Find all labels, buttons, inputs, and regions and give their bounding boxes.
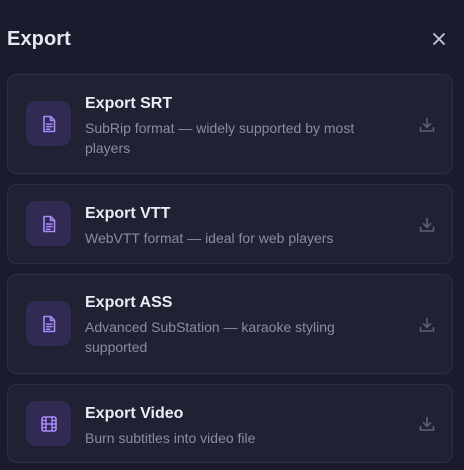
film-icon xyxy=(40,415,57,432)
export-vtt-description: WebVTT format — ideal for web players xyxy=(85,230,334,246)
close-button[interactable] xyxy=(428,28,450,50)
document-icon xyxy=(42,115,55,132)
export-vtt-title: Export VTT xyxy=(85,205,171,222)
export-video-title: Export Video xyxy=(85,405,184,422)
export-srt-title: Export SRT xyxy=(85,95,173,112)
export-ass-title: Export ASS xyxy=(85,294,173,311)
export-ass-icon-tile xyxy=(26,301,71,346)
dialog-header: Export xyxy=(0,0,464,74)
download-icon[interactable] xyxy=(418,216,436,234)
close-icon xyxy=(433,33,445,45)
download-icon[interactable] xyxy=(418,415,436,433)
export-vtt-option[interactable]: Export VTT WebVTT format — ideal for web… xyxy=(7,184,453,264)
document-icon xyxy=(42,315,55,332)
export-video-icon-tile xyxy=(26,401,71,446)
download-icon[interactable] xyxy=(418,116,436,134)
export-srt-description: SubRip format — widely supported by most… xyxy=(85,120,355,156)
document-icon xyxy=(42,215,55,232)
export-srt-icon-tile xyxy=(26,101,71,146)
download-icon[interactable] xyxy=(418,316,436,334)
export-dialog: Export Export SRT SubRip format — widely… xyxy=(0,0,464,470)
export-srt-option[interactable]: Export SRT SubRip format — widely suppor… xyxy=(7,74,453,174)
export-vtt-icon-tile xyxy=(26,201,71,246)
export-ass-description: Advanced SubStation — karaoke styling su… xyxy=(85,319,335,355)
dialog-title: Export xyxy=(7,28,71,50)
export-ass-option[interactable]: Export ASS Advanced SubStation — karaoke… xyxy=(7,274,453,374)
export-video-description: Burn subtitles into video file xyxy=(85,430,256,446)
export-video-option[interactable]: Export Video Burn subtitles into video f… xyxy=(7,384,453,463)
